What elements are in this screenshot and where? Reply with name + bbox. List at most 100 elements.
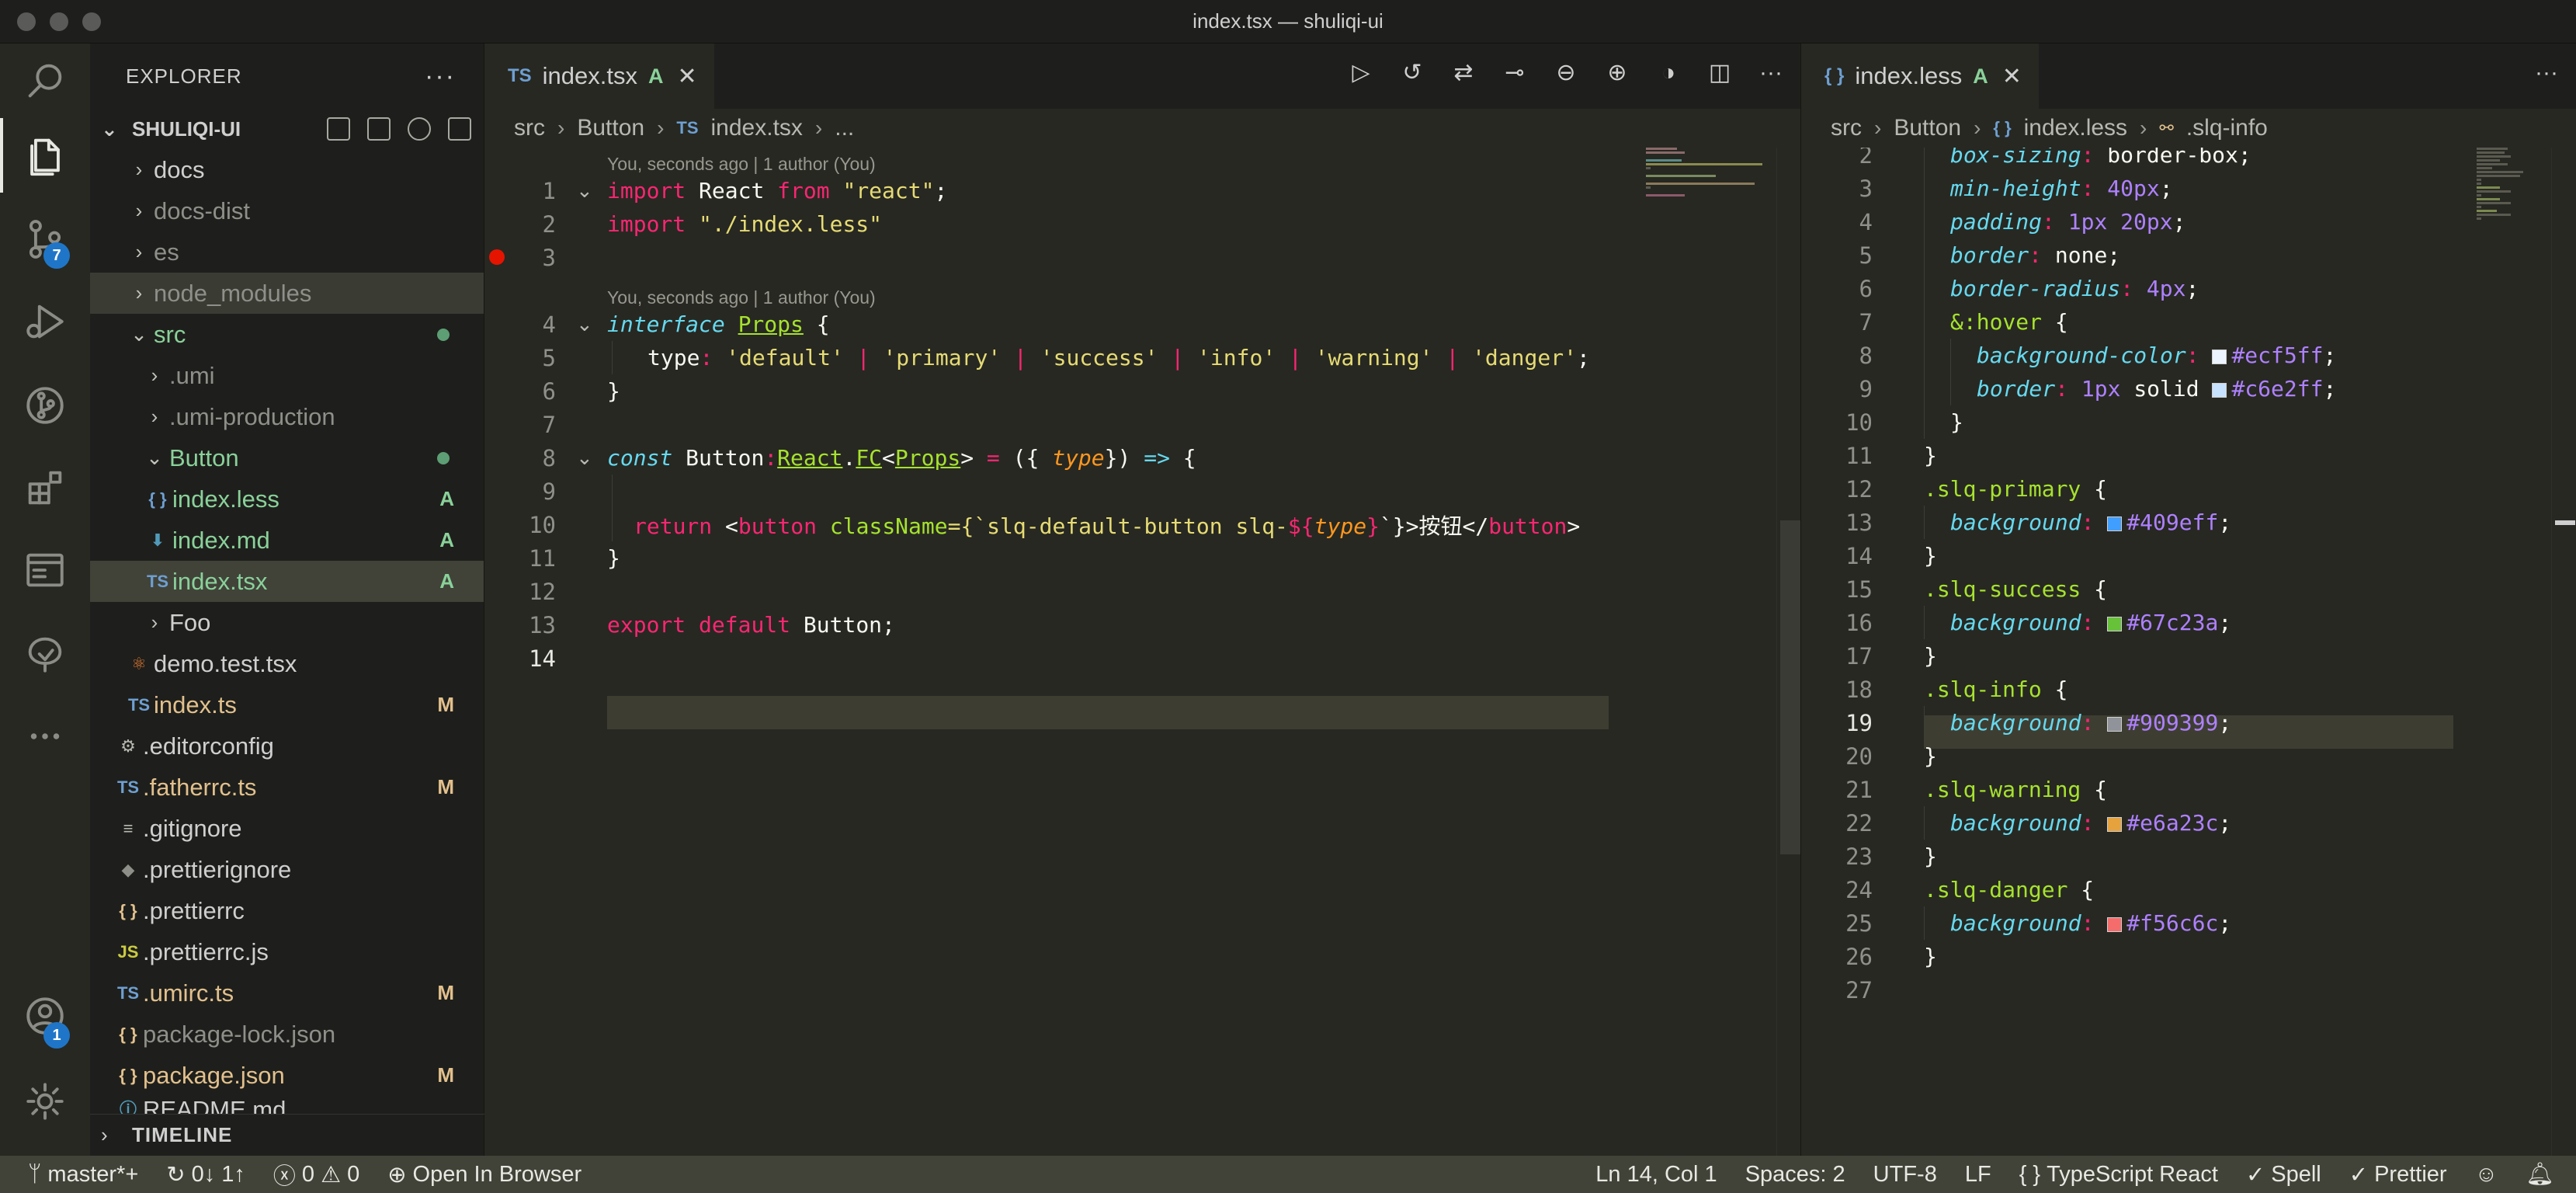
prettier-status[interactable]: ✓ Prettier bbox=[2335, 1161, 2461, 1188]
breadcrumb-item[interactable]: ... bbox=[835, 115, 854, 141]
tab-index-tsx[interactable]: TS index.tsx A ✕ bbox=[484, 43, 714, 109]
color-swatch[interactable] bbox=[2107, 617, 2123, 631]
spell-check[interactable]: ✓ Spell bbox=[2232, 1161, 2335, 1188]
vertical-scrollbar[interactable] bbox=[1776, 148, 1800, 1156]
chevron-down-icon[interactable]: ⌄ bbox=[576, 446, 593, 470]
search-icon[interactable] bbox=[0, 43, 90, 118]
tree-item-node-modules[interactable]: › node_modules bbox=[90, 273, 484, 314]
code-line: 5 border: none; bbox=[1801, 238, 2576, 272]
line-number: 25 bbox=[1845, 910, 1873, 937]
tree-item-umirc[interactable]: TS .umirc.ts M bbox=[90, 972, 484, 1014]
line-number: 3 bbox=[1859, 175, 1873, 202]
tree-item-umi[interactable]: › .umi bbox=[90, 355, 484, 396]
run-debug-icon[interactable] bbox=[0, 284, 90, 359]
close-icon[interactable]: ✕ bbox=[678, 63, 697, 90]
open-in-browser-button[interactable]: ⊕ Open In Browser bbox=[373, 1161, 595, 1188]
tree-item-fatherrc[interactable]: TS .fatherrc.ts M bbox=[90, 767, 484, 808]
git-commit-icon[interactable]: ⊸ bbox=[1501, 59, 1529, 87]
refresh-icon[interactable] bbox=[408, 117, 431, 141]
explorer-more-icon[interactable]: ··· bbox=[425, 61, 456, 92]
run-icon[interactable]: ▷ bbox=[1347, 59, 1375, 87]
tree-item-src[interactable]: ⌄ src bbox=[90, 314, 484, 355]
problems-status[interactable]: ⓧ 0 ⚠ 0 bbox=[259, 1158, 373, 1191]
sync-status[interactable]: ↻ 0↓ 1↑ bbox=[152, 1161, 259, 1188]
timeline-panel[interactable]: › TIMELINE bbox=[90, 1114, 484, 1156]
breadcrumb-item[interactable]: Button bbox=[1894, 115, 1961, 141]
gear-icon[interactable] bbox=[0, 1064, 90, 1139]
tree-item-index-ts[interactable]: TS index.ts M bbox=[90, 684, 484, 725]
project-root[interactable]: ⌄ SHULIQI-UI bbox=[90, 109, 484, 149]
feedback-icon[interactable]: ☺ bbox=[2461, 1162, 2512, 1188]
branch-status[interactable]: ᛘ master*+ bbox=[0, 1162, 152, 1188]
color-swatch[interactable] bbox=[2107, 717, 2123, 732]
scrollbar-thumb[interactable] bbox=[1780, 520, 1800, 854]
notifications-icon[interactable]: 🔔︎ bbox=[2512, 1161, 2576, 1188]
indentation[interactable]: Spaces: 2 bbox=[1731, 1162, 1859, 1188]
encoding[interactable]: UTF-8 bbox=[1859, 1162, 1951, 1188]
tree-item-readme[interactable]: ⓘ README.md bbox=[90, 1096, 484, 1115]
split-editor-icon[interactable]: ◫ bbox=[1706, 59, 1734, 87]
tree-item-es[interactable]: › es bbox=[90, 231, 484, 273]
tree-item-index-tsx[interactable]: TS index.tsx A bbox=[90, 561, 484, 602]
breadcrumb-item[interactable]: .slq-info bbox=[2186, 115, 2268, 141]
color-swatch[interactable] bbox=[2212, 350, 2227, 364]
chevron-down-icon[interactable]: ⌄ bbox=[576, 179, 593, 203]
cursor-position[interactable]: Ln 14, Col 1 bbox=[1581, 1162, 1731, 1188]
vertical-scrollbar[interactable] bbox=[2551, 148, 2575, 1156]
breadcrumb-item[interactable]: index.tsx bbox=[711, 115, 803, 141]
gitlens-icon[interactable]: ◑ bbox=[1654, 59, 1682, 87]
tree-item-prettierrc-js[interactable]: JS .prettierrc.js bbox=[90, 931, 484, 972]
compare-changes-icon[interactable]: ⇄ bbox=[1449, 59, 1477, 87]
tree-item-foo[interactable]: › Foo bbox=[90, 602, 484, 643]
collapse-all-icon[interactable] bbox=[448, 117, 471, 141]
explorer-icon[interactable] bbox=[0, 118, 90, 193]
tree-item-index-less[interactable]: { } index.less A bbox=[90, 478, 484, 520]
color-swatch[interactable] bbox=[2107, 917, 2123, 932]
source-control-icon[interactable]: 7 bbox=[0, 202, 90, 277]
new-file-icon[interactable] bbox=[327, 117, 350, 141]
color-swatch[interactable] bbox=[2107, 817, 2123, 832]
chevron-down-icon[interactable]: ⌄ bbox=[576, 312, 593, 336]
breadcrumb-item[interactable]: index.less bbox=[2024, 115, 2127, 141]
previous-change-icon[interactable]: ⊖ bbox=[1552, 59, 1580, 87]
new-folder-icon[interactable] bbox=[367, 117, 391, 141]
tree-item-prettierrc[interactable]: { } .prettierrc bbox=[90, 890, 484, 931]
breadcrumb-item[interactable]: src bbox=[1831, 115, 1862, 141]
tree-item-index-md[interactable]: ⬇ index.md A bbox=[90, 520, 484, 561]
tree-item-package-json[interactable]: { } package.json M bbox=[90, 1055, 484, 1096]
tree-item-demo-test[interactable]: ⚛ demo.test.tsx bbox=[90, 643, 484, 684]
close-icon[interactable]: ✕ bbox=[2002, 63, 2022, 90]
tree-item-umi-production[interactable]: › .umi-production bbox=[90, 396, 484, 437]
next-change-icon[interactable]: ⊕ bbox=[1603, 59, 1631, 87]
line-number: 6 bbox=[1859, 275, 1873, 302]
tree-item-docs-dist[interactable]: › docs-dist bbox=[90, 190, 484, 231]
tree-icon[interactable] bbox=[0, 617, 90, 691]
tree-item-button[interactable]: ⌄ Button bbox=[90, 437, 484, 478]
tree-item-prettierignore[interactable]: ◆ .prettierignore bbox=[90, 849, 484, 890]
color-swatch[interactable] bbox=[2107, 517, 2123, 531]
language-mode[interactable]: { } TypeScript React bbox=[2005, 1162, 2232, 1188]
tree-item-package-lock[interactable]: { } package-lock.json bbox=[90, 1014, 484, 1055]
breadcrumb-item[interactable]: Button bbox=[577, 115, 644, 141]
remote-explorer-icon[interactable] bbox=[0, 533, 90, 607]
tree-item-gitignore[interactable]: ≡ .gitignore bbox=[90, 808, 484, 849]
more-actions-icon[interactable]: ··· bbox=[1757, 59, 1785, 87]
code-area[interactable]: 2 box-sizing: border-box; 3 min-height: 40p… bbox=[1801, 148, 2576, 1156]
minimap[interactable] bbox=[1646, 148, 1762, 241]
tab-index-less[interactable]: { } index.less A ✕ bbox=[1801, 43, 2039, 109]
breadcrumb-item[interactable]: src bbox=[514, 115, 545, 141]
end-of-line[interactable]: LF bbox=[1951, 1162, 2005, 1188]
chevron-right-icon: › bbox=[135, 158, 143, 181]
minimap[interactable] bbox=[2477, 148, 2546, 241]
account-icon[interactable]: 1 bbox=[0, 979, 90, 1053]
more-icon[interactable] bbox=[0, 699, 90, 774]
history-icon[interactable]: ↺ bbox=[1398, 59, 1426, 87]
git-graph-icon[interactable] bbox=[0, 368, 90, 443]
tree-item-editorconfig[interactable]: ⚙ .editorconfig bbox=[90, 725, 484, 767]
more-actions-icon[interactable]: ··· bbox=[2533, 59, 2560, 87]
extensions-icon[interactable] bbox=[0, 450, 90, 525]
editor-actions: ▷ ↺ ⇄ ⊸ ⊖ ⊕ ◑ ◫ ··· bbox=[1347, 59, 1785, 87]
code-area[interactable]: You, seconds ago | 1 author (You) 1 ⌄ im… bbox=[484, 148, 1800, 1156]
color-swatch[interactable] bbox=[2212, 383, 2227, 398]
tree-item-docs[interactable]: › docs bbox=[90, 149, 484, 190]
